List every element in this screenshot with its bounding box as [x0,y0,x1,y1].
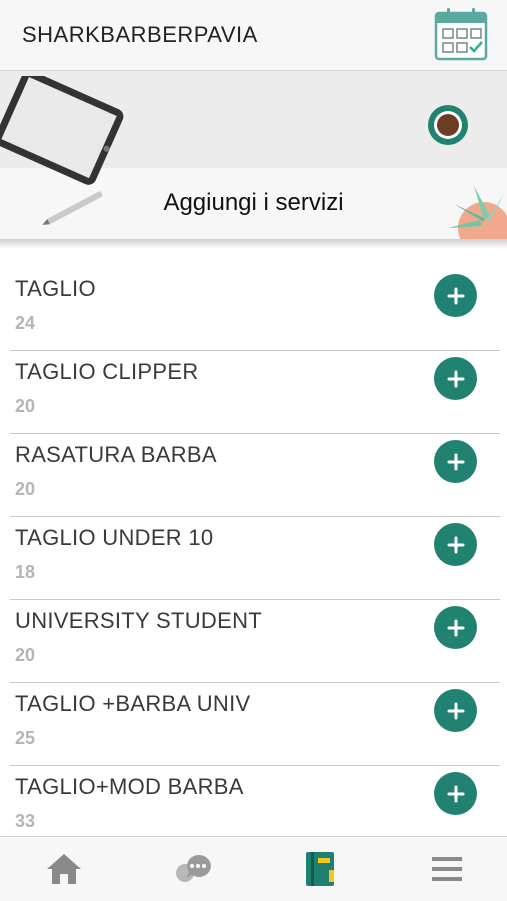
service-name: TAGLIO +BARBA UNIV [15,691,251,716]
top-bar: SHARKBARBERPAVIA [0,0,507,71]
add-service-button[interactable] [434,606,477,649]
banner: Aggiungi i servizi [0,71,507,239]
add-service-button[interactable] [434,440,477,483]
calendar-check-icon[interactable] [432,5,490,63]
add-service-button[interactable] [434,689,477,732]
service-price: 24 [15,313,36,333]
chat-icon [176,854,211,882]
service-price: 33 [15,811,36,831]
plus-icon [447,453,464,470]
service-row[interactable]: RASATURA BARBA 20 [10,434,500,517]
service-list: TAGLIO 24 TAGLIO CLIPPER 20 RASATURA BAR… [10,268,500,849]
service-name: TAGLIO UNDER 10 [15,525,214,550]
service-name: UNIVERSITY STUDENT [15,608,263,633]
service-name: TAGLIO+MOD BARBA [15,774,244,799]
add-service-button[interactable] [434,357,477,400]
add-service-button[interactable] [434,523,477,566]
plus-icon [447,536,464,553]
service-name: RASATURA BARBA [15,442,217,467]
service-row[interactable]: TAGLIO +BARBA UNIV 25 [10,683,500,766]
plus-icon [447,287,464,304]
service-name: TAGLIO CLIPPER [15,359,199,384]
service-row[interactable]: TAGLIO CLIPPER 20 [10,351,500,434]
home-icon [47,854,81,884]
coffee-cup-illustration [428,105,468,145]
banner-shadow [0,239,507,249]
plus-icon [447,619,464,636]
plus-icon [447,702,464,719]
nav-services[interactable] [298,849,342,889]
add-service-button[interactable] [434,274,477,317]
service-name: TAGLIO [15,276,96,301]
notebook-icon [306,852,334,886]
bottom-nav [0,836,507,901]
nav-menu[interactable] [425,849,469,889]
app-title: SHARKBARBERPAVIA [22,22,258,47]
service-price: 20 [15,645,36,665]
service-price: 20 [15,479,36,499]
nav-chat[interactable] [170,849,214,889]
service-price: 18 [15,562,36,582]
page-title: Aggiungi i servizi [163,189,344,216]
plus-icon [447,785,464,802]
service-row[interactable]: TAGLIO 24 [10,268,500,351]
service-price: 25 [15,728,36,748]
service-price: 20 [15,396,36,416]
nav-home[interactable] [42,849,86,889]
service-row[interactable]: TAGLIO UNDER 10 18 [10,517,500,600]
service-row[interactable]: UNIVERSITY STUDENT 20 [10,600,500,683]
add-service-button[interactable] [434,772,477,815]
menu-icon [432,857,462,881]
plus-icon [447,370,464,387]
